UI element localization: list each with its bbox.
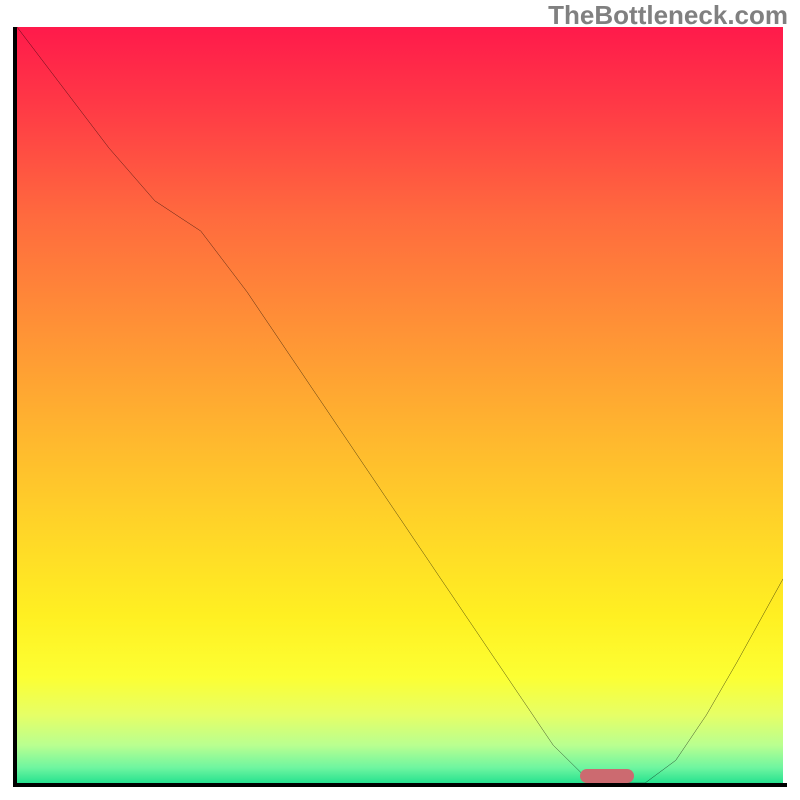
plot-area [17,27,783,783]
y-axis-line [13,27,17,783]
bottleneck-curve [17,27,783,783]
chart-canvas: TheBottleneck.com [0,0,800,800]
optimal-marker [580,769,634,783]
x-axis-line [13,783,787,787]
